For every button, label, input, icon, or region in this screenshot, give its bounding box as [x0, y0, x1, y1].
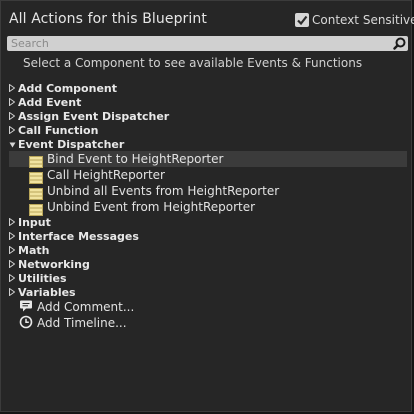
expand-arrow-icon[interactable]: [9, 243, 18, 257]
category-label: Interface Messages: [18, 229, 139, 243]
action-label: Add Timeline...: [37, 316, 127, 330]
category-call-function[interactable]: Call Function: [9, 123, 98, 137]
category-interface-messages[interactable]: Interface Messages: [9, 229, 139, 243]
checkmark-icon: [297, 15, 308, 26]
context-sensitive-checkbox[interactable]: [295, 13, 309, 27]
component-hint: Select a Component to see available Even…: [23, 56, 363, 70]
category-input[interactable]: Input: [9, 215, 51, 229]
expand-arrow-icon[interactable]: [9, 271, 18, 285]
action-call-dispatcher[interactable]: Call HeightReporter: [9, 167, 407, 184]
category-label: Add Component: [18, 81, 117, 95]
category-add-component[interactable]: Add Component: [9, 81, 117, 95]
context-sensitive-label: Context Sensitive: [312, 13, 414, 27]
search-input[interactable]: [11, 36, 381, 51]
expand-arrow-icon[interactable]: [9, 229, 18, 243]
category-networking[interactable]: Networking: [9, 257, 90, 271]
expand-arrow-icon[interactable]: [9, 95, 18, 109]
action-label: Unbind Event from HeightReporter: [47, 200, 256, 214]
category-label: Math: [18, 243, 50, 257]
action-bind-event[interactable]: Bind Event to HeightReporter: [9, 151, 407, 168]
action-label: Unbind all Events from HeightReporter: [47, 184, 280, 198]
category-utilities[interactable]: Utilities: [9, 271, 67, 285]
expand-arrow-icon[interactable]: [9, 109, 18, 123]
action-unbind-event[interactable]: Unbind Event from HeightReporter: [9, 199, 407, 216]
category-add-event[interactable]: Add Event: [9, 95, 81, 109]
category-label: Networking: [18, 257, 90, 271]
expand-arrow-icon[interactable]: [9, 81, 18, 95]
expand-arrow-icon[interactable]: [9, 257, 18, 271]
clock-icon: [19, 314, 33, 333]
category-label: Add Event: [18, 95, 82, 109]
action-label: Add Comment...: [37, 300, 135, 314]
action-add-timeline[interactable]: Add Timeline...: [19, 315, 127, 331]
menu-header: All Actions for this Blueprint Context S…: [1, 1, 414, 35]
category-label: Input: [18, 215, 51, 229]
action-label: Call HeightReporter: [47, 168, 165, 182]
category-label: Assign Event Dispatcher: [18, 109, 170, 123]
context-sensitive-toggle[interactable]: Context Sensitive: [295, 12, 414, 28]
expand-arrow-icon[interactable]: [9, 285, 18, 299]
category-label: Call Function: [18, 123, 99, 137]
expand-arrow-icon[interactable]: [9, 215, 18, 229]
action-add-comment[interactable]: Add Comment...: [19, 299, 134, 315]
menu-title: All Actions for this Blueprint: [9, 11, 207, 27]
category-label: Event Dispatcher: [18, 137, 125, 151]
category-math[interactable]: Math: [9, 243, 49, 257]
category-assign-event-dispatcher[interactable]: Assign Event Dispatcher: [9, 109, 169, 123]
action-unbind-all-events[interactable]: Unbind all Events from HeightReporter: [9, 183, 407, 200]
category-label: Utilities: [18, 271, 67, 285]
action-label: Bind Event to HeightReporter: [47, 152, 224, 166]
collapse-arrow-icon[interactable]: [9, 137, 18, 151]
search-box[interactable]: [7, 36, 408, 51]
search-icon[interactable]: [391, 36, 407, 51]
blueprint-action-menu: All Actions for this Blueprint Context S…: [0, 0, 414, 412]
category-event-dispatcher[interactable]: Event Dispatcher: [9, 137, 124, 151]
expand-arrow-icon[interactable]: [9, 123, 18, 137]
